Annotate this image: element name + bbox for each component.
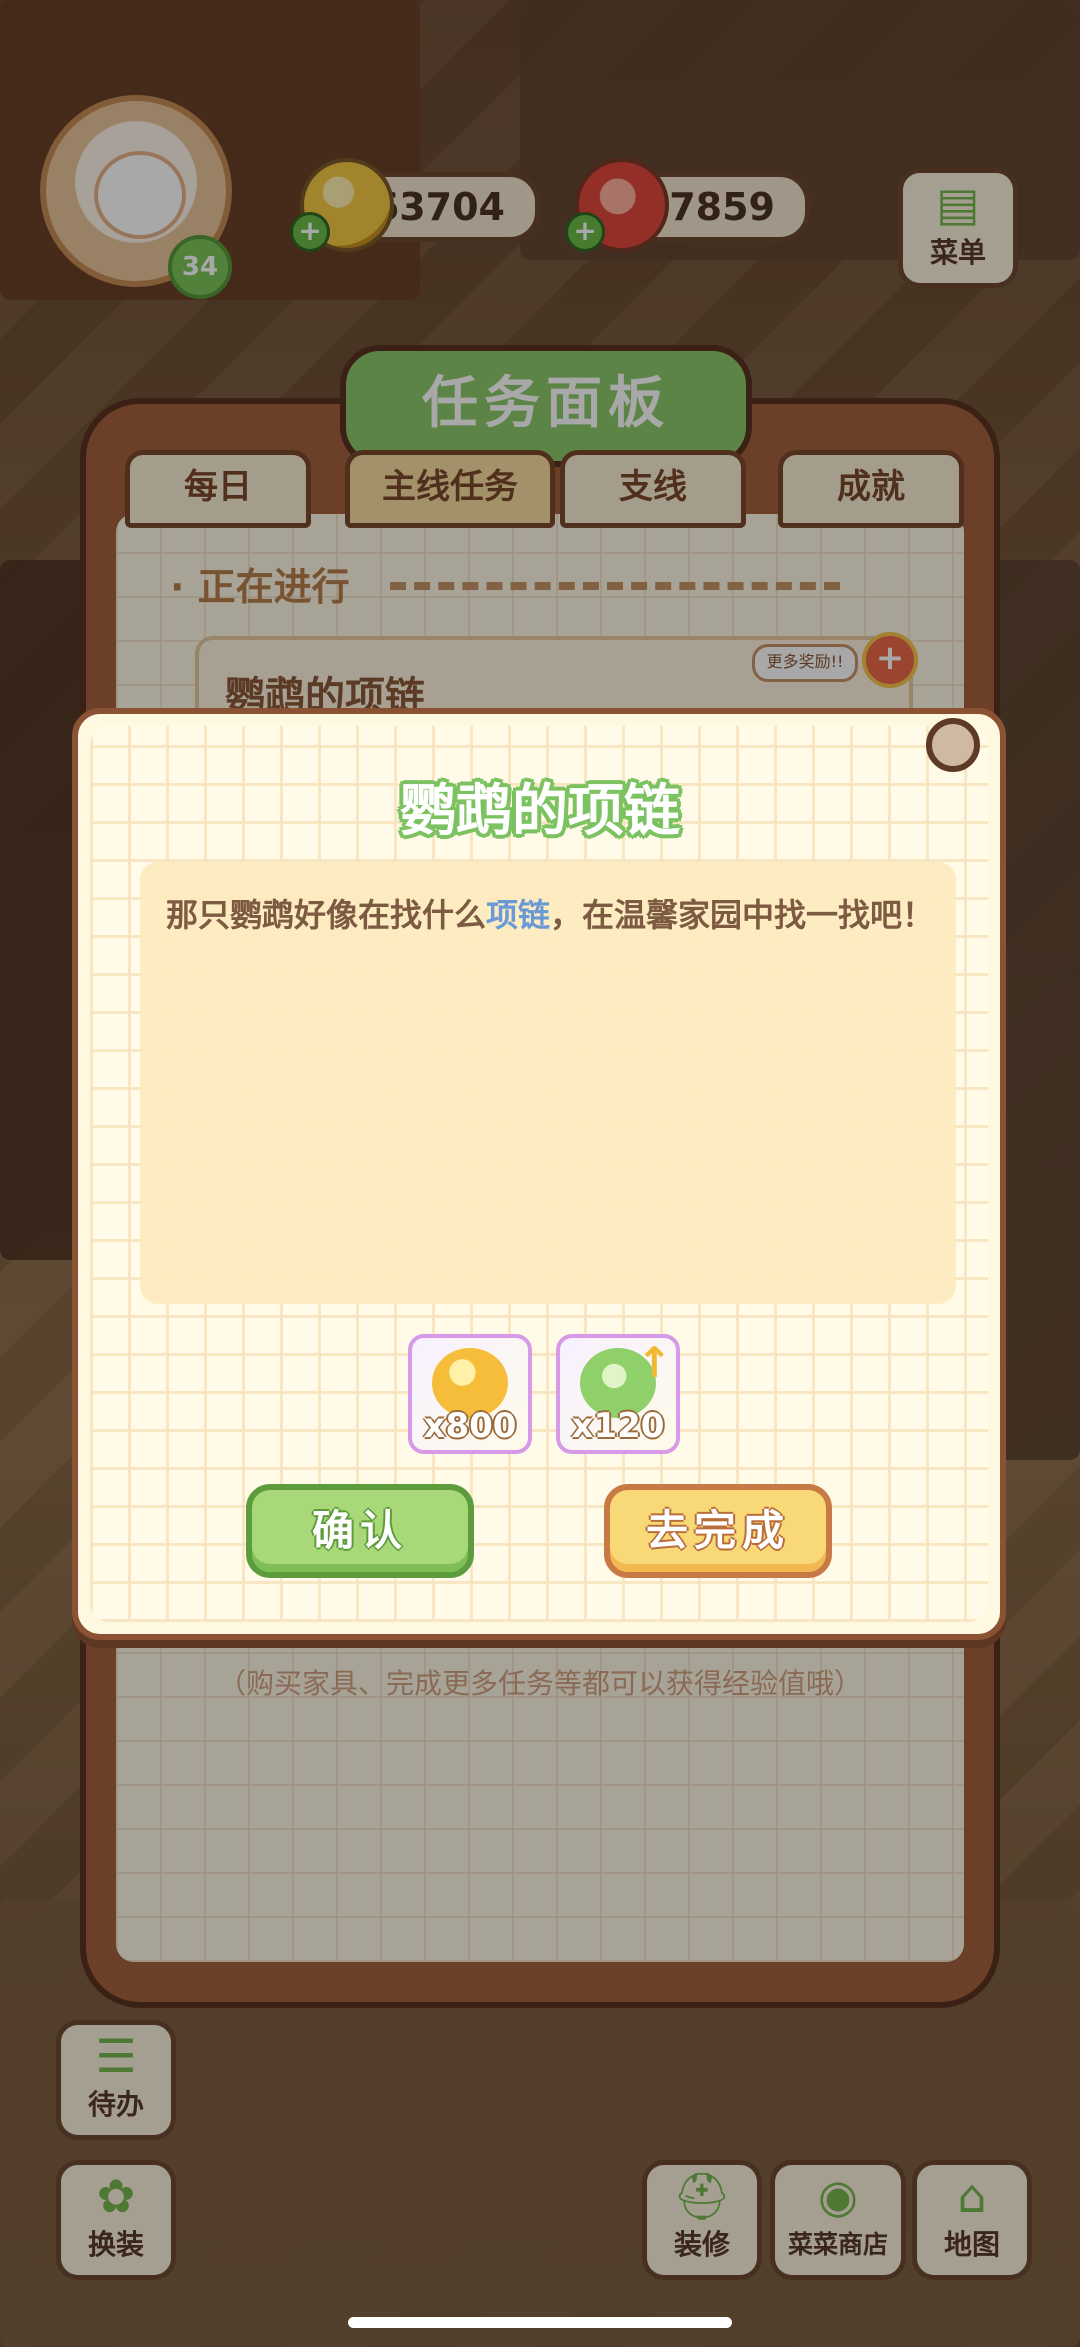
exp-hint: （购买家具、完成更多任务等都可以获得经验值哦） [217, 1667, 862, 1700]
dialog-title: 鹦鹉的项链 [400, 779, 680, 844]
description-highlight: 项链 [486, 896, 551, 934]
home-indicator[interactable] [348, 2317, 732, 2328]
close-icon[interactable] [926, 718, 980, 772]
confirm-button[interactable]: 确认 [246, 1484, 474, 1578]
reward-qty: x120 [571, 1406, 665, 1446]
description-part-2: ，在温馨家园中找一找吧！ [550, 896, 935, 934]
quest-description: 那只鹦鹉好像在找什么项链，在温馨家园中找一找吧！ [166, 888, 936, 942]
description-part-1: 那只鹦鹉好像在找什么 [166, 896, 487, 934]
reward-item-exp: ↑ x120 [556, 1334, 680, 1454]
arrow-up-icon: ↑ [636, 1338, 672, 1387]
go-complete-button[interactable]: 去完成 [604, 1484, 832, 1578]
reward-item-coins: x800 [408, 1334, 532, 1454]
reward-qty: x800 [423, 1406, 517, 1446]
